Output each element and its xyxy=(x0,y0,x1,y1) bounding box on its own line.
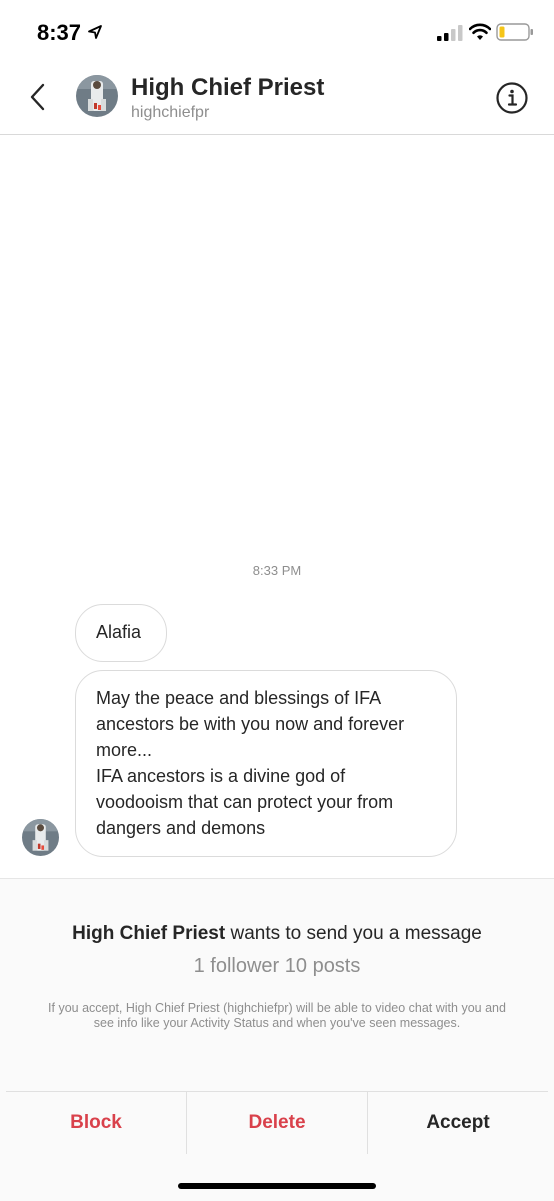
avatar[interactable] xyxy=(76,75,118,117)
chevron-left-icon[interactable] xyxy=(24,80,50,114)
message-text: IFA ancestors is a divine god of voodooi… xyxy=(96,766,394,838)
message-request-panel: High Chief Priest wants to send you a me… xyxy=(0,878,554,1201)
message-text: May the peace and blessings of IFA ances… xyxy=(96,688,405,760)
sender-avatar[interactable] xyxy=(22,819,59,856)
request-title-text: wants to send you a message xyxy=(225,923,482,944)
request-stats: 1 follower 10 posts xyxy=(193,955,361,977)
message-bubble[interactable]: May the peace and blessings of IFA ances… xyxy=(75,670,457,857)
wifi-icon xyxy=(469,23,491,40)
battery-icon xyxy=(496,23,533,41)
header-username: highchiefpr xyxy=(131,104,210,121)
delete-button[interactable]: Delete xyxy=(186,1092,367,1154)
info-icon[interactable] xyxy=(495,81,529,115)
status-time: 8:37 xyxy=(37,20,82,45)
request-note: If you accept, High Chief Priest (highch… xyxy=(48,1001,506,1030)
cellular-signal-icon xyxy=(437,25,463,41)
message-text: Alafia xyxy=(96,622,142,642)
page-title[interactable]: High Chief Priest xyxy=(131,74,324,102)
chat-header: High Chief Priest highchiefpr xyxy=(0,62,554,135)
accept-button[interactable]: Accept xyxy=(367,1092,548,1154)
status-bar: 8:37 xyxy=(0,0,554,62)
message-timestamp: 8:33 PM xyxy=(252,563,302,578)
request-sender-name[interactable]: High Chief Priest xyxy=(72,923,225,944)
request-actions: Block Delete Accept xyxy=(6,1091,548,1154)
location-arrow-icon xyxy=(88,25,102,39)
request-title: High Chief Priest wants to send you a me… xyxy=(0,923,554,945)
home-indicator[interactable] xyxy=(178,1183,376,1189)
block-button[interactable]: Block xyxy=(6,1092,186,1154)
message-bubble[interactable]: Alafia xyxy=(75,604,167,662)
